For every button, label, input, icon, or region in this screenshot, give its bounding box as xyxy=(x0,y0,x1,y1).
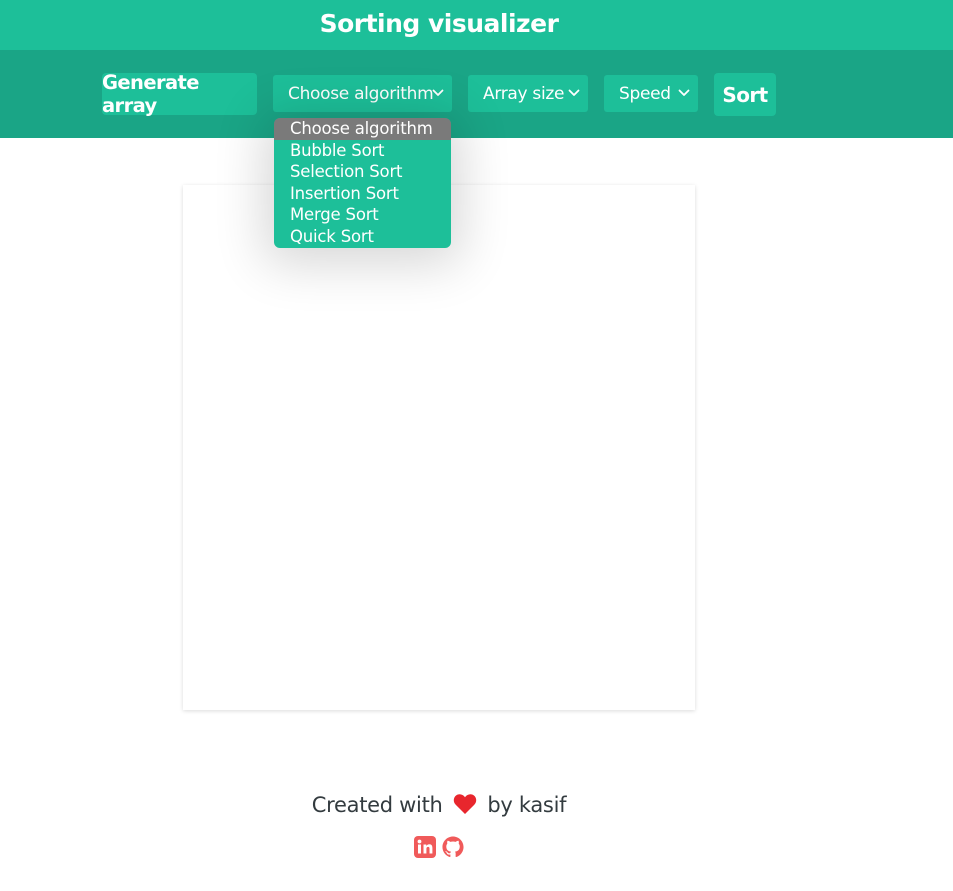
array-size-select[interactable]: Array size xyxy=(468,75,588,112)
array-size-select-value: Array size xyxy=(483,84,565,104)
github-icon[interactable] xyxy=(442,836,464,858)
app-title: Sorting visualizer xyxy=(319,9,559,38)
option-bubble-sort[interactable]: Bubble Sort xyxy=(274,140,451,162)
footer-text-before: Created with xyxy=(311,793,443,817)
option-merge-sort[interactable]: Merge Sort xyxy=(274,204,451,226)
chevron-down-icon xyxy=(568,89,580,96)
heart-icon xyxy=(453,794,477,814)
algorithm-select-value: Choose algorithm xyxy=(288,84,434,104)
footer-credit: Created with by kasif xyxy=(0,793,878,817)
chevron-down-icon xyxy=(432,89,444,96)
speed-select-value: Speed xyxy=(619,84,671,104)
option-insertion-sort[interactable]: Insertion Sort xyxy=(274,183,451,205)
visualization-canvas xyxy=(183,185,695,710)
generate-array-button[interactable]: Generate array xyxy=(102,71,257,117)
sort-label: Sort xyxy=(722,82,768,107)
algorithm-select[interactable]: Choose algorithm xyxy=(273,75,452,112)
option-quick-sort[interactable]: Quick Sort xyxy=(274,226,451,248)
footer-text-after: by kasif xyxy=(487,793,567,817)
algorithm-dropdown-list: Choose algorithm Bubble Sort Selection S… xyxy=(274,118,451,248)
generate-array-label: Generate array xyxy=(102,71,199,117)
sort-button[interactable]: Sort xyxy=(714,73,776,116)
chevron-down-icon xyxy=(678,89,690,96)
top-header: Sorting visualizer xyxy=(0,0,953,50)
option-selection-sort[interactable]: Selection Sort xyxy=(274,161,451,183)
option-choose-algorithm[interactable]: Choose algorithm xyxy=(274,118,451,140)
speed-select[interactable]: Speed xyxy=(604,75,698,112)
linkedin-icon[interactable] xyxy=(414,836,436,858)
